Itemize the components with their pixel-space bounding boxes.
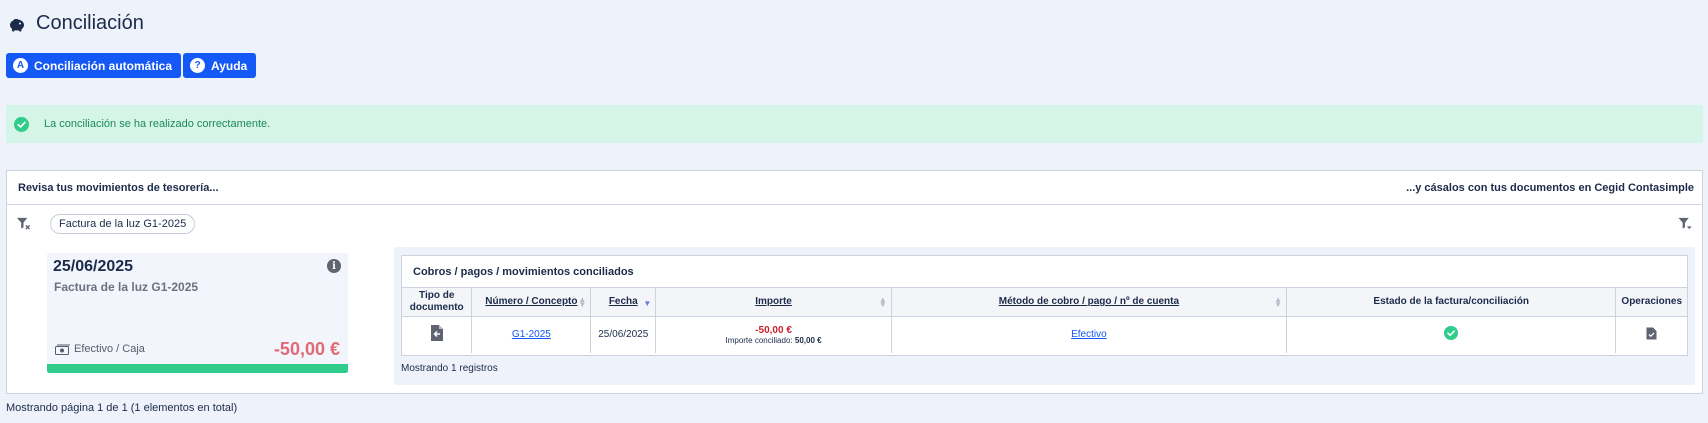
treasury-movement-card[interactable]: 25/06/2025 Factura de la luz G1-2025 i E… xyxy=(47,253,348,373)
check-circle-icon xyxy=(1444,326,1459,341)
col-numero[interactable]: Número / Concepto ▲ ▼ xyxy=(471,287,592,317)
importe-value: -50,00 € xyxy=(755,324,792,336)
col-metodo-label: Método de cobro / pago / nº de cuenta xyxy=(998,296,1180,307)
conciliation-panel: Revisa tus movimientos de tesorería... .… xyxy=(6,170,1703,394)
conciliation-progress-bar xyxy=(47,364,348,373)
col-fecha-label: Fecha xyxy=(608,296,638,307)
filter-chip[interactable]: Factura de la luz G1-2025 xyxy=(50,214,196,234)
table-header-row: Tipo de documento Número / Concepto ▲ ▼ F… xyxy=(402,287,1687,317)
movement-method: Efectivo / Caja xyxy=(55,343,145,355)
col-tipo-documento: Tipo de documento xyxy=(402,287,473,317)
page-header: Conciliación xyxy=(8,12,144,35)
page-title: Conciliación xyxy=(36,12,144,34)
reconciled-title: Cobros / pagos / movimientos conciliados xyxy=(413,266,634,278)
document-incoming-icon[interactable] xyxy=(430,324,444,342)
col-tipo-line2: documento xyxy=(409,302,464,313)
col-tipo-line1: Tipo de xyxy=(419,290,455,301)
filter-dropdown-icon[interactable] xyxy=(1677,216,1693,231)
movement-date: 25/06/2025 xyxy=(53,258,134,275)
help-label: Ayuda xyxy=(211,58,248,73)
help-question-icon: ? xyxy=(190,58,205,73)
importe-conciliado: Importe conciliado: 50,00 € xyxy=(656,336,891,345)
clear-filter-icon[interactable] xyxy=(16,216,31,231)
movement-amount: -50,00 € xyxy=(273,339,340,359)
col-fecha[interactable]: Fecha ▼ xyxy=(590,287,657,317)
sort-icon: ▲ ▼ xyxy=(578,295,587,309)
sort-desc-icon: ▼ xyxy=(643,299,652,308)
reconciled-table-wrapper: Cobros / pagos / movimientos conciliados… xyxy=(401,255,1688,356)
check-circle-icon xyxy=(14,116,29,132)
auto-a-icon: A xyxy=(13,58,28,73)
auto-conciliation-button[interactable]: A Conciliación automática xyxy=(6,53,182,78)
payment-method-link[interactable]: Efectivo xyxy=(1071,329,1107,340)
col-importe[interactable]: Importe ▲ ▼ xyxy=(655,287,892,317)
auto-conciliation-label: Conciliación automática xyxy=(34,58,173,73)
document-check-icon[interactable] xyxy=(1646,327,1657,340)
reconciled-count: Mostrando 1 registros xyxy=(401,363,498,374)
pagination-info: Mostrando página 1 de 1 (1 elementos en … xyxy=(6,402,238,414)
help-button[interactable]: ? Ayuda xyxy=(183,53,257,78)
importe-conciliado-value: 50,00 € xyxy=(794,335,822,345)
cash-icon xyxy=(55,344,70,355)
col-operaciones: Operaciones xyxy=(1615,287,1687,317)
sort-icon: ▲ ▼ xyxy=(878,295,887,309)
sort-icon: ▲ ▼ xyxy=(1274,295,1282,309)
movement-concept: Factura de la luz G1-2025 xyxy=(54,280,199,294)
col-estado-label: Estado de la factura/conciliación xyxy=(1373,296,1530,307)
treasury-header: Revisa tus movimientos de tesorería... xyxy=(18,182,219,194)
documents-header: ...y cásalos con tus documentos en Cegid… xyxy=(1406,182,1694,194)
movement-method-label: Efectivo / Caja xyxy=(74,343,145,355)
col-metodo[interactable]: Método de cobro / pago / nº de cuenta ▲ ▼ xyxy=(891,287,1287,317)
info-icon[interactable]: i xyxy=(327,259,341,273)
cell-operaciones xyxy=(1615,316,1687,353)
cell-estado xyxy=(1286,316,1617,353)
cell-importe: -50,00 € Importe conciliado: 50,00 € xyxy=(655,316,892,353)
reconciled-panel: Cobros / pagos / movimientos conciliados… xyxy=(394,247,1695,385)
col-estado: Estado de la factura/conciliación xyxy=(1286,287,1617,317)
panel-header: Revisa tus movimientos de tesorería... .… xyxy=(7,171,1702,205)
cell-tipo xyxy=(402,316,473,353)
success-alert: La conciliación se ha realizado correcta… xyxy=(6,105,1703,143)
col-importe-label: Importe xyxy=(755,296,792,307)
table-row: G1-2025 25/06/2025 -50,00 € Importe conc… xyxy=(402,316,1687,353)
col-operaciones-label: Operaciones xyxy=(1621,296,1683,307)
reconciled-table: Tipo de documento Número / Concepto ▲ ▼ F… xyxy=(402,287,1687,353)
cell-fecha: 25/06/2025 xyxy=(590,316,657,353)
cell-metodo: Efectivo xyxy=(891,316,1287,353)
cell-numero: G1-2025 xyxy=(471,316,592,353)
alert-message: La conciliación se ha realizado correcta… xyxy=(44,118,271,130)
document-number-link[interactable]: G1-2025 xyxy=(512,329,551,340)
piggy-bank-icon xyxy=(10,18,24,31)
importe-conciliado-label: Importe conciliado: xyxy=(725,335,793,345)
col-numero-label: Número / Concepto xyxy=(485,296,578,307)
